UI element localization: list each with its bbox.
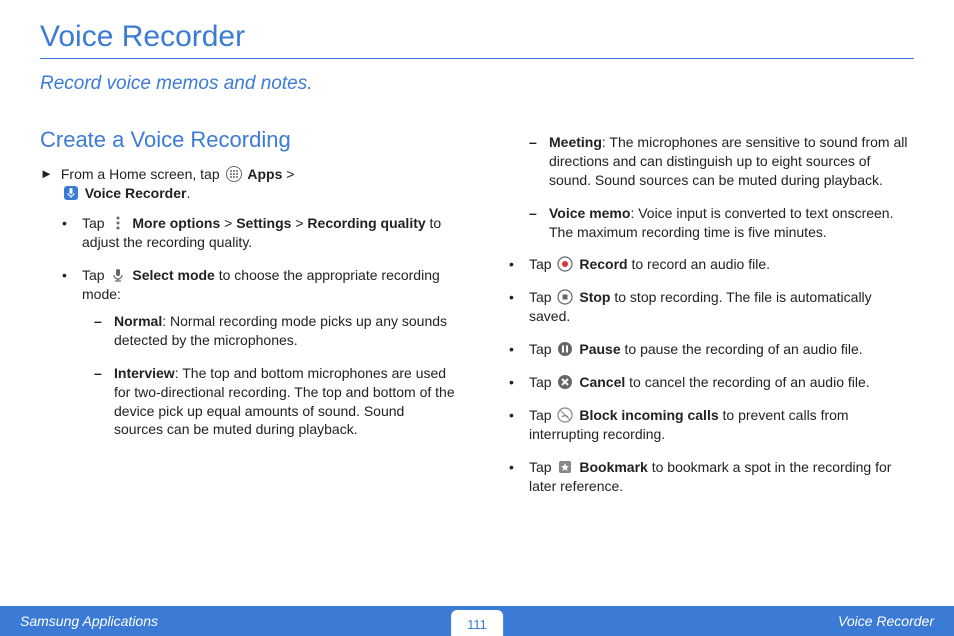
list-item: Tap More options > Settings > Recording … xyxy=(70,214,457,252)
text: Tap xyxy=(529,407,555,423)
mic-icon xyxy=(110,267,126,283)
text: to pause the recording of an audio file. xyxy=(625,341,863,357)
more-options-label: More options xyxy=(132,215,220,231)
list-item: Tap Stop to stop recording. The file is … xyxy=(517,288,914,326)
list-item: Tap Cancel to cancel the recording of an… xyxy=(517,373,914,392)
apps-label: Apps xyxy=(247,166,282,182)
text: Tap xyxy=(529,459,555,475)
text: > xyxy=(224,215,236,231)
page-title: Voice Recorder xyxy=(40,20,914,59)
mode-name: Interview xyxy=(114,365,175,381)
text: From a Home screen, tap xyxy=(61,166,224,182)
voice-recorder-icon xyxy=(63,185,79,201)
text: > xyxy=(286,166,294,182)
list-item: Interview: The top and bottom microphone… xyxy=(104,364,457,440)
text: Tap xyxy=(529,256,555,272)
bullet-list: Tap More options > Settings > Recording … xyxy=(40,214,457,439)
list-item: Normal: Normal recording mode picks up a… xyxy=(104,312,457,350)
stop-label: Stop xyxy=(579,289,610,305)
text: Tap xyxy=(529,341,555,357)
mode-desc: : Normal recording mode picks up any sou… xyxy=(114,313,447,348)
page-footer: Samsung Applications 111 Voice Recorder xyxy=(0,606,954,636)
footer-left: Samsung Applications xyxy=(20,613,158,629)
document-page: Voice Recorder Record voice memos and no… xyxy=(0,0,954,636)
pause-icon xyxy=(557,341,573,357)
recording-quality-label: Recording quality xyxy=(307,215,425,231)
step-arrow-icon: ► xyxy=(40,165,53,203)
text: to cancel the recording of an audio file… xyxy=(629,374,870,390)
action-list: Tap Record to record an audio file. Tap … xyxy=(497,255,914,495)
record-icon xyxy=(557,256,573,272)
bookmark-icon xyxy=(557,459,573,475)
mode-name: Voice memo xyxy=(549,205,630,221)
bookmark-label: Bookmark xyxy=(579,459,647,475)
step-row: ► From a Home screen, tap Apps > Voice R… xyxy=(40,165,457,203)
list-item: Voice memo: Voice input is converted to … xyxy=(539,204,914,242)
pause-label: Pause xyxy=(579,341,620,357)
block-calls-label: Block incoming calls xyxy=(579,407,718,423)
block-calls-icon xyxy=(557,407,573,423)
list-item: Tap Record to record an audio file. xyxy=(517,255,914,274)
stop-icon xyxy=(557,289,573,305)
apps-icon xyxy=(226,166,242,182)
mode-list: Normal: Normal recording mode picks up a… xyxy=(82,312,457,439)
section-heading: Create a Voice Recording xyxy=(40,125,457,155)
page-subtitle: Record voice memos and notes. xyxy=(40,73,914,95)
list-item: Meeting: The microphones are sensitive t… xyxy=(539,133,914,190)
cancel-label: Cancel xyxy=(579,374,625,390)
select-mode-label: Select mode xyxy=(132,267,214,283)
list-item: Tap Block incoming calls to prevent call… xyxy=(517,406,914,444)
text: > xyxy=(295,215,307,231)
list-item: Tap Pause to pause the recording of an a… xyxy=(517,340,914,359)
mode-name: Meeting xyxy=(549,134,602,150)
text: Tap xyxy=(529,374,555,390)
list-item: Tap Bookmark to bookmark a spot in the r… xyxy=(517,458,914,496)
settings-label: Settings xyxy=(236,215,291,231)
voice-recorder-label: Voice Recorder xyxy=(85,185,187,201)
left-column: Create a Voice Recording ► From a Home s… xyxy=(40,125,457,509)
text: to record an audio file. xyxy=(631,256,770,272)
cancel-icon xyxy=(557,374,573,390)
mode-desc: : The microphones are sensitive to sound… xyxy=(549,134,907,188)
text: Tap xyxy=(82,267,108,283)
mode-name: Normal xyxy=(114,313,162,329)
text: Tap xyxy=(82,215,108,231)
footer-right: Voice Recorder xyxy=(838,613,934,629)
content-columns: Create a Voice Recording ► From a Home s… xyxy=(40,125,914,509)
text: Tap xyxy=(529,289,555,305)
list-item: Tap Select mode to choose the appropriat… xyxy=(70,266,457,439)
more-options-icon xyxy=(110,215,126,231)
right-column: Meeting: The microphones are sensitive t… xyxy=(497,125,914,509)
footer-page-number: 111 xyxy=(451,610,503,636)
record-label: Record xyxy=(579,256,627,272)
mode-list-continued: Meeting: The microphones are sensitive t… xyxy=(497,133,914,241)
text: . xyxy=(186,185,190,201)
step-body: From a Home screen, tap Apps > Voice Rec… xyxy=(61,165,457,203)
